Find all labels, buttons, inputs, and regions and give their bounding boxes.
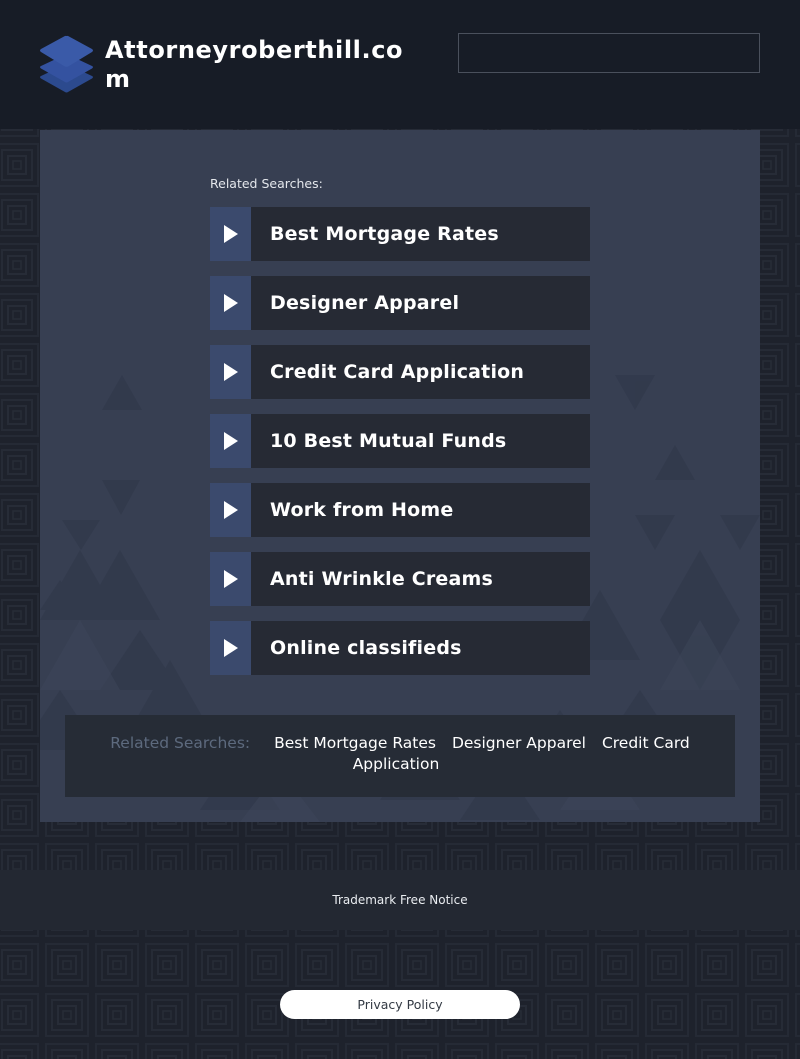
search-link-label: Online classifieds bbox=[251, 621, 590, 675]
trademark-free-notice-link[interactable]: Trademark Free Notice bbox=[332, 893, 467, 907]
search-link-label: Best Mortgage Rates bbox=[251, 207, 590, 261]
footer-band: Trademark Free Notice bbox=[0, 870, 800, 930]
related-searches-list: Best Mortgage Rates Designer Apparel Cre… bbox=[210, 207, 590, 690]
play-arrow-icon bbox=[210, 552, 251, 606]
play-arrow-icon bbox=[210, 414, 251, 468]
play-arrow-icon bbox=[210, 345, 251, 399]
search-link-anti-wrinkle-creams[interactable]: Anti Wrinkle Creams bbox=[210, 552, 590, 606]
search-link-work-from-home[interactable]: Work from Home bbox=[210, 483, 590, 537]
privacy-policy-button[interactable]: Privacy Policy bbox=[280, 990, 520, 1019]
play-arrow-icon bbox=[210, 621, 251, 675]
search-link-online-classifieds[interactable]: Online classifieds bbox=[210, 621, 590, 675]
bottom-related-label: Related Searches: bbox=[110, 734, 251, 752]
play-arrow-icon bbox=[210, 276, 251, 330]
bottom-link-designer-apparel[interactable]: Designer Apparel bbox=[452, 734, 586, 752]
bottom-link-best-mortgage-rates[interactable]: Best Mortgage Rates bbox=[274, 734, 436, 752]
search-link-10-best-mutual-funds[interactable]: 10 Best Mutual Funds bbox=[210, 414, 590, 468]
search-link-best-mortgage-rates[interactable]: Best Mortgage Rates bbox=[210, 207, 590, 261]
site-title[interactable]: Attorneyroberthill.com bbox=[105, 36, 405, 94]
bottom-related-searches-bar: Related Searches: Best Mortgage Rates Desi… bbox=[65, 715, 735, 797]
layers-stack-icon[interactable] bbox=[39, 34, 94, 96]
search-link-credit-card-application[interactable]: Credit Card Application bbox=[210, 345, 590, 399]
play-arrow-icon bbox=[210, 207, 251, 261]
search-link-label: Designer Apparel bbox=[251, 276, 590, 330]
search-input[interactable] bbox=[458, 33, 760, 73]
related-searches-label: Related Searches: bbox=[210, 176, 323, 191]
search-link-label: Anti Wrinkle Creams bbox=[251, 552, 590, 606]
search-link-label: 10 Best Mutual Funds bbox=[251, 414, 590, 468]
site-header: Attorneyroberthill.com bbox=[0, 0, 800, 129]
search-link-label: Credit Card Application bbox=[251, 345, 590, 399]
play-arrow-icon bbox=[210, 483, 251, 537]
search-link-designer-apparel[interactable]: Designer Apparel bbox=[210, 276, 590, 330]
main-content-panel: Related Searches: Best Mortgage Rates De… bbox=[40, 130, 760, 822]
search-link-label: Work from Home bbox=[251, 483, 590, 537]
